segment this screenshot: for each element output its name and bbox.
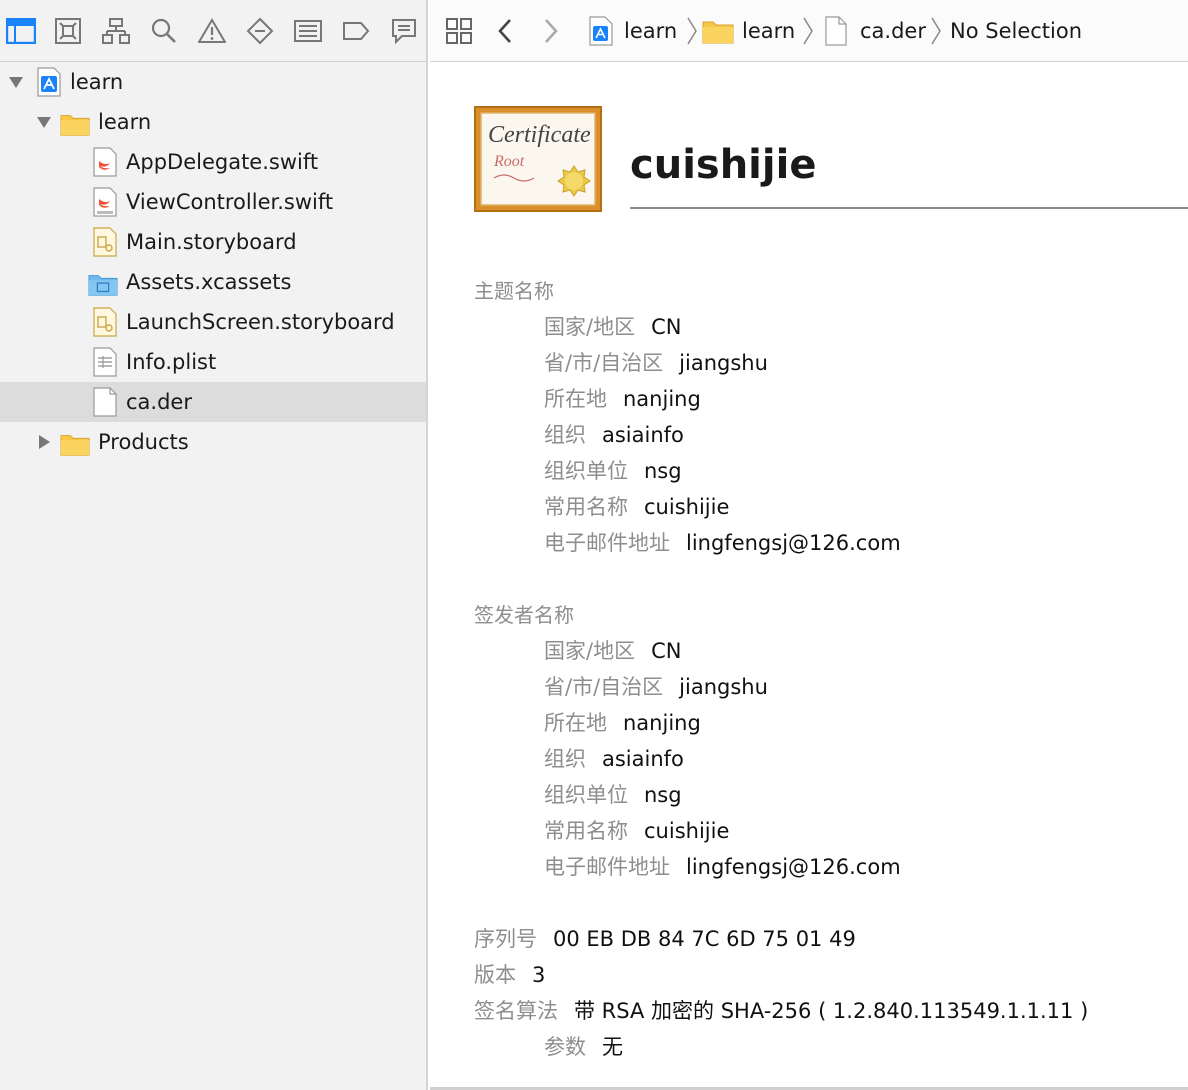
parameters-row: 参数无: [544, 1035, 623, 1059]
tree-row-project-learn[interactable]: learn: [0, 62, 426, 102]
find-navigator-icon[interactable]: [147, 14, 181, 48]
disclosure-expanded-icon[interactable]: [8, 74, 24, 90]
tree-row-info-plist[interactable]: Info.plist: [0, 342, 426, 382]
folder-icon: [702, 21, 734, 44]
issuer-field-row: 国家/地区 CN: [544, 639, 682, 663]
project-navigator-icon[interactable]: [4, 14, 38, 48]
disclosure-expanded-icon[interactable]: [36, 114, 52, 130]
generic-file-icon: [825, 16, 847, 46]
subject-field-row: 省/市/自治区 jiangshu: [544, 351, 768, 375]
source-control-icon[interactable]: [51, 14, 85, 48]
navigator-toolbar: [0, 0, 426, 62]
breakpoint-navigator-icon[interactable]: [339, 14, 373, 48]
tree-row-assets[interactable]: Assets.xcassets: [0, 262, 426, 302]
issuer-heading: 签发者名称: [474, 603, 574, 627]
disclosure-collapsed-icon[interactable]: [36, 434, 52, 450]
subject-field-row: 国家/地区 CN: [544, 315, 682, 339]
tree-row-products[interactable]: Products: [0, 422, 426, 462]
serial-number-row: 序列号 00 EB DB 84 7C 6D 75 01 49: [474, 927, 856, 951]
tree-label: LaunchScreen.storyboard: [126, 310, 395, 334]
breadcrumb-separator-icon: [687, 17, 697, 45]
tree-label: learn: [70, 70, 124, 94]
subject-field-row: 组织 asiainfo: [544, 423, 684, 447]
related-items-icon[interactable]: [446, 18, 472, 44]
badge-subtitle: Root: [493, 153, 525, 170]
generic-file-icon: [93, 387, 117, 417]
subject-field-row: 组织单位 nsg: [544, 459, 682, 483]
breadcrumb-separator-icon: [803, 17, 813, 45]
storyboard-file-icon: [93, 307, 117, 337]
tree-row-appdelegate[interactable]: AppDelegate.swift: [0, 142, 426, 182]
symbol-navigator-icon[interactable]: [99, 14, 133, 48]
subject-field-row: 所在地 nanjing: [544, 387, 701, 411]
tree-row-launchscreen[interactable]: LaunchScreen.storyboard: [0, 302, 426, 342]
issuer-field-row: 组织单位 nsg: [544, 783, 682, 807]
tree-row-viewcontroller[interactable]: ViewController.swift: [0, 182, 426, 222]
issuer-field-row: 电子邮件地址 lingfengsj@126.com: [544, 855, 901, 879]
issuer-field-row: 省/市/自治区 jiangshu: [544, 675, 768, 699]
xcode-project-icon: [37, 67, 61, 97]
issue-navigator-icon[interactable]: [195, 14, 229, 48]
tree-row-ca-der[interactable]: ca.der: [0, 382, 426, 422]
tree-label: ViewController.swift: [126, 190, 334, 214]
tree-label: Assets.xcassets: [126, 270, 292, 294]
tree-label: Products: [98, 430, 189, 454]
back-icon[interactable]: [496, 18, 514, 44]
version-row: 版本 3: [474, 963, 546, 987]
jump-bar-crumb[interactable]: learn: [742, 17, 795, 45]
project-navigator: learn learn AppDelegate.swift ViewContro…: [0, 0, 428, 1090]
badge-title: Certificate: [488, 122, 591, 148]
certificate-title: cuishijie: [630, 142, 817, 188]
breadcrumb-separator-icon: [931, 17, 941, 45]
swift-file-icon: [93, 147, 117, 177]
jump-bar-crumb[interactable]: learn: [624, 17, 677, 45]
jump-bar: learn learn ca.der No Selection: [430, 0, 1188, 62]
swift-file-icon: [93, 187, 117, 217]
issuer-field-row: 常用名称 cuishijie: [544, 819, 730, 843]
issuer-field-row: 组织 asiainfo: [544, 747, 684, 771]
test-navigator-icon[interactable]: [243, 14, 277, 48]
asset-catalog-icon: [88, 275, 118, 296]
tree-label: learn: [98, 110, 152, 134]
tree-row-folder-learn[interactable]: learn: [0, 102, 426, 142]
tree-label: ca.der: [126, 390, 192, 414]
tree-label: Main.storyboard: [126, 230, 297, 254]
subject-heading: 主题名称: [474, 279, 554, 303]
certificate-badge-icon: Certificate Root: [474, 106, 602, 212]
xcode-project-icon: [589, 16, 613, 46]
subject-field-row: 常用名称 cuishijie: [544, 495, 730, 519]
debug-navigator-icon[interactable]: [291, 14, 325, 48]
jump-bar-crumb[interactable]: ca.der: [860, 17, 926, 45]
forward-icon[interactable]: [542, 18, 560, 44]
tree-row-main-storyboard[interactable]: Main.storyboard: [0, 222, 426, 262]
editor-area: learn learn ca.der No Selection Certific…: [430, 0, 1188, 1090]
issuer-field-row: 所在地 nanjing: [544, 711, 701, 735]
tree-label: AppDelegate.swift: [126, 150, 319, 174]
plist-file-icon: [93, 347, 117, 377]
subject-field-row: 电子邮件地址 lingfengsj@126.com: [544, 531, 901, 555]
jump-bar-crumb[interactable]: No Selection: [950, 17, 1082, 45]
report-navigator-icon[interactable]: [387, 14, 421, 48]
tree-label: Info.plist: [126, 350, 217, 374]
folder-icon: [60, 435, 90, 456]
folder-icon: [60, 115, 90, 136]
signature-algorithm-row: 签名算法带 RSA 加密的 SHA-256 ( 1.2.840.113549.1…: [474, 999, 1089, 1023]
title-divider: [630, 207, 1188, 209]
storyboard-file-icon: [93, 227, 117, 257]
